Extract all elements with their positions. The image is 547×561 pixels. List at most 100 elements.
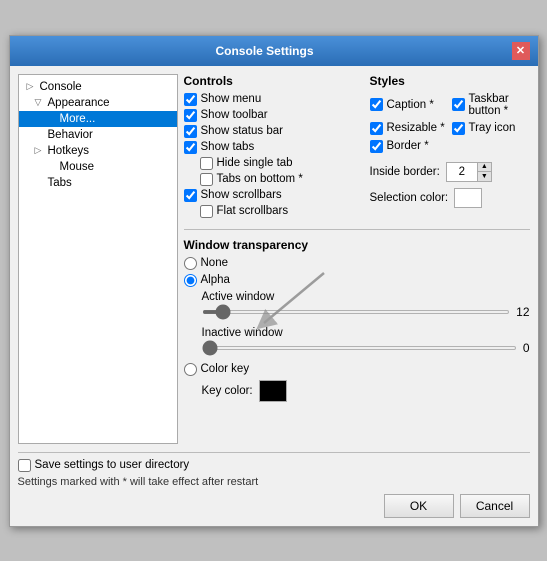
- border-row: Border *: [370, 140, 448, 153]
- alpha-radio[interactable]: [184, 274, 197, 287]
- sidebar-label-hotkeys: Hotkeys: [48, 145, 90, 157]
- show-menu-label: Show menu: [201, 93, 262, 105]
- show-scrollbars-checkbox[interactable]: [184, 189, 197, 202]
- hide-single-tab-label: Hide single tab: [217, 157, 293, 169]
- divider: [184, 229, 530, 230]
- inactive-window-label-row: Inactive window: [202, 327, 530, 339]
- show-status-bar-checkbox[interactable]: [184, 125, 197, 138]
- resizable-checkbox[interactable]: [370, 122, 383, 135]
- expander-icon: [47, 162, 57, 172]
- key-color-swatch[interactable]: [259, 380, 287, 402]
- tray-icon-checkbox[interactable]: [452, 122, 465, 135]
- transparency-section: Window transparency None Alpha: [184, 238, 530, 402]
- expander-icon: [35, 130, 45, 140]
- flat-scrollbars-checkbox[interactable]: [200, 205, 213, 218]
- sidebar-item-tabs[interactable]: Tabs: [19, 175, 177, 191]
- show-tabs-checkbox[interactable]: [184, 141, 197, 154]
- sidebar-item-hotkeys[interactable]: ▷ Hotkeys: [19, 143, 177, 159]
- key-color-label: Key color:: [202, 385, 253, 397]
- show-toolbar-label: Show toolbar: [201, 109, 268, 121]
- main-window: Console Settings ✕ ▷ Console ▽ Appearanc…: [9, 35, 539, 527]
- sidebar-item-appearance[interactable]: ▽ Appearance: [19, 95, 177, 111]
- expander-icon: [47, 114, 57, 124]
- right-panel: Controls Show menu Show toolbar Show sta…: [184, 74, 530, 444]
- styles-panel: Styles Caption * Taskbar button *: [370, 74, 530, 221]
- none-label: None: [201, 257, 229, 269]
- ok-button[interactable]: OK: [384, 494, 454, 518]
- show-menu-row: Show menu: [184, 93, 360, 106]
- show-scrollbars-label: Show scrollbars: [201, 189, 282, 201]
- taskbar-button-row: Taskbar button *: [452, 93, 530, 117]
- inactive-window-section: Inactive window 0: [202, 327, 530, 355]
- sidebar-item-mouse[interactable]: Mouse: [19, 159, 177, 175]
- spin-down-button[interactable]: ▼: [477, 172, 491, 181]
- bottom-section: Save settings to user directory Settings…: [18, 452, 530, 518]
- sidebar-tree: ▷ Console ▽ Appearance More... Behavior …: [18, 74, 178, 444]
- show-status-bar-row: Show status bar: [184, 125, 360, 138]
- show-toolbar-checkbox[interactable]: [184, 109, 197, 122]
- border-checkbox[interactable]: [370, 140, 383, 153]
- hide-single-tab-row: Hide single tab: [184, 157, 360, 170]
- sidebar-label-console: Console: [40, 81, 82, 93]
- expander-icon: ▷: [27, 81, 37, 92]
- caption-checkbox[interactable]: [370, 98, 383, 111]
- cancel-button[interactable]: Cancel: [460, 494, 530, 518]
- flat-scrollbars-row: Flat scrollbars: [184, 205, 360, 218]
- buttons-row: OK Cancel: [18, 494, 530, 518]
- inactive-window-slider-wrapper: 0: [202, 341, 530, 355]
- sidebar-item-console[interactable]: ▷ Console: [19, 79, 177, 95]
- show-status-bar-label: Show status bar: [201, 125, 283, 137]
- spin-up-button[interactable]: ▲: [477, 163, 491, 172]
- show-scrollbars-row: Show scrollbars: [184, 189, 360, 202]
- inside-border-row: Inside border: ▲ ▼: [370, 162, 530, 182]
- note-text: Settings marked with * will take effect …: [18, 476, 530, 488]
- show-tabs-row: Show tabs: [184, 141, 360, 154]
- alpha-label: Alpha: [201, 274, 230, 286]
- inside-border-input[interactable]: [447, 165, 477, 179]
- inactive-window-slider[interactable]: [202, 346, 517, 350]
- tray-icon-label: Tray icon: [469, 122, 516, 134]
- taskbar-button-checkbox[interactable]: [452, 98, 465, 111]
- window-title: Console Settings: [18, 44, 512, 58]
- sidebar-item-more[interactable]: More...: [19, 111, 177, 127]
- inside-border-label: Inside border:: [370, 166, 440, 178]
- flat-scrollbars-label: Flat scrollbars: [217, 205, 289, 217]
- controls-title: Controls: [184, 74, 360, 88]
- titlebar: Console Settings ✕: [10, 36, 538, 66]
- show-menu-checkbox[interactable]: [184, 93, 197, 106]
- taskbar-button-label: Taskbar button *: [469, 93, 530, 117]
- selection-color-label: Selection color:: [370, 192, 449, 204]
- save-settings-checkbox[interactable]: [18, 459, 31, 472]
- styles-grid: Caption * Taskbar button * Resizable *: [370, 93, 530, 156]
- main-layout: ▷ Console ▽ Appearance More... Behavior …: [18, 74, 530, 444]
- hide-single-tab-checkbox[interactable]: [200, 157, 213, 170]
- spin-buttons: ▲ ▼: [477, 163, 491, 181]
- save-settings-row: Save settings to user directory: [18, 459, 530, 472]
- active-window-slider[interactable]: [202, 310, 511, 314]
- sidebar-item-behavior[interactable]: Behavior: [19, 127, 177, 143]
- show-tabs-label: Show tabs: [201, 141, 255, 153]
- color-key-radio[interactable]: [184, 363, 197, 376]
- caption-label: Caption *: [387, 99, 434, 111]
- sidebar-label-appearance: Appearance: [48, 97, 110, 109]
- selection-color-swatch[interactable]: [454, 188, 482, 208]
- tabs-on-bottom-checkbox[interactable]: [200, 173, 213, 186]
- alpha-radio-row: Alpha: [184, 274, 530, 287]
- sidebar-label-more: More...: [60, 113, 96, 125]
- show-toolbar-row: Show toolbar: [184, 109, 360, 122]
- color-key-radio-row: Color key: [184, 363, 530, 376]
- inactive-window-value: 0: [523, 341, 530, 355]
- inactive-window-label: Inactive window: [202, 327, 283, 339]
- none-radio[interactable]: [184, 257, 197, 270]
- controls-panel: Controls Show menu Show toolbar Show sta…: [184, 74, 360, 221]
- close-button[interactable]: ✕: [512, 42, 530, 60]
- panels-row: Controls Show menu Show toolbar Show sta…: [184, 74, 530, 221]
- selection-color-row: Selection color:: [370, 188, 530, 208]
- resizable-row: Resizable *: [370, 122, 448, 135]
- tabs-on-bottom-row: Tabs on bottom *: [184, 173, 360, 186]
- color-key-label: Color key: [201, 363, 250, 375]
- tabs-on-bottom-label: Tabs on bottom *: [217, 173, 303, 185]
- key-color-row: Key color:: [202, 380, 530, 402]
- expander-icon: ▷: [35, 145, 45, 156]
- sidebar-label-behavior: Behavior: [48, 129, 93, 141]
